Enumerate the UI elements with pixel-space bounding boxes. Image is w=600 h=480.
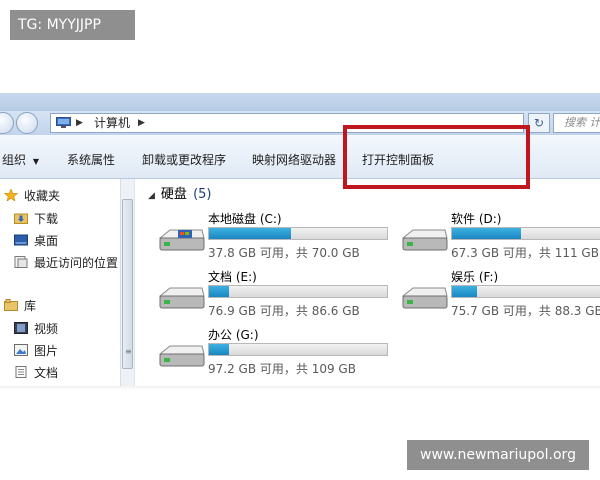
annotation-highlight-box [343, 125, 530, 189]
watermark-top: TG: MYYJJPP [10, 10, 135, 40]
recent-places-icon [14, 256, 28, 268]
drive-usage-bar [451, 285, 600, 298]
drive-usage-fill [209, 344, 229, 355]
drives-view: ◢ 硬盘 (5) 本地磁盘 (C:) 37.8 GB 可用，共 70.0 GB [136, 179, 600, 388]
title-bar [0, 93, 600, 111]
sidebar-label: 视频 [34, 322, 59, 336]
star-icon [4, 189, 18, 201]
drive-usage-bar [451, 227, 600, 240]
system-properties-button[interactable]: 系统属性 [67, 151, 115, 168]
drive-c[interactable]: 本地磁盘 (C:) 37.8 GB 可用，共 70.0 GB [158, 210, 408, 262]
drive-usage-bar [208, 227, 388, 240]
drive-usage-fill [209, 228, 291, 239]
forward-button[interactable] [16, 112, 38, 134]
desktop-icon [14, 234, 28, 246]
back-button[interactable] [0, 112, 14, 134]
drive-d[interactable]: 软件 (D:) 67.3 GB 可用，共 111 GB [401, 210, 600, 262]
drive-usage-bar [208, 285, 388, 298]
video-icon [14, 322, 28, 334]
drive-f[interactable]: 娱乐 (F:) 75.7 GB 可用，共 88.3 GB [401, 268, 600, 320]
drive-info: 97.2 GB 可用，共 109 GB [208, 362, 356, 376]
group-count: (5) [193, 187, 212, 202]
hard-drive-icon [401, 229, 448, 251]
computer-icon [56, 117, 71, 128]
sidebar-label: 最近访问的位置 [34, 256, 119, 270]
hard-drive-icon [158, 229, 205, 251]
drive-g[interactable]: 办公 (G:) 97.2 GB 可用，共 109 GB [158, 326, 408, 378]
drive-info: 37.8 GB 可用，共 70.0 GB [208, 246, 360, 260]
group-title: 硬盘 [160, 187, 187, 202]
sidebar-label: 库 [24, 299, 37, 313]
drive-name: 办公 (G:) [208, 328, 259, 342]
bottom-shadow [0, 386, 600, 390]
organize-label: 组织 [2, 153, 27, 167]
sidebar-label: 文档 [34, 366, 59, 380]
collapse-triangle-icon[interactable]: ◢ [148, 191, 155, 201]
sidebar-scrollbar[interactable]: ≡ [120, 179, 134, 388]
pictures-icon [14, 344, 28, 356]
hard-drive-icon [401, 287, 448, 309]
breadcrumb-arrow-icon[interactable]: ▶ [76, 114, 83, 132]
chevron-down-icon: ▼ [32, 157, 39, 166]
drive-e[interactable]: 文档 (E:) 76.9 GB 可用，共 86.6 GB [158, 268, 408, 320]
breadcrumb-computer[interactable]: 计算机 [94, 114, 130, 132]
sidebar-label: 桌面 [34, 234, 59, 248]
refresh-button[interactable]: ↻ [528, 113, 550, 133]
drive-info: 76.9 GB 可用，共 86.6 GB [208, 304, 360, 318]
drive-info: 75.7 GB 可用，共 88.3 GB [451, 304, 600, 318]
drive-name: 本地磁盘 (C:) [208, 212, 282, 226]
hard-drives-group-header[interactable]: ◢ 硬盘 (5) [148, 183, 212, 202]
breadcrumb-arrow-icon[interactable]: ▶ [138, 114, 145, 132]
drive-usage-fill [452, 228, 522, 239]
drive-usage-fill [209, 286, 229, 297]
downloads-folder-icon [14, 213, 28, 224]
scrollbar-thumb[interactable]: ≡ [122, 199, 133, 369]
sidebar-label: 下载 [34, 212, 59, 226]
organize-button[interactable]: 组织 ▼ [2, 151, 39, 168]
sidebar-label: 收藏夹 [24, 189, 61, 203]
drive-name: 软件 (D:) [451, 212, 502, 226]
refresh-icon: ↻ [533, 116, 545, 130]
map-network-drive-button[interactable]: 映射网络驱动器 [252, 151, 336, 168]
libraries-icon [4, 299, 18, 311]
uninstall-program-button[interactable]: 卸载或更改程序 [142, 151, 226, 168]
search-input[interactable]: 搜索 计 [553, 113, 600, 133]
watermark-bottom: www.newmariupol.org [407, 440, 589, 470]
drive-usage-fill [452, 286, 477, 297]
drive-name: 文档 (E:) [208, 270, 257, 284]
drive-usage-bar [208, 343, 388, 356]
hard-drive-icon [158, 345, 205, 367]
navigation-pane: 收藏夹 下载 桌面 最近访问的位置 库 视频 图片 文档 ≡ [0, 179, 135, 388]
sidebar-label: 图片 [34, 344, 59, 358]
drive-name: 娱乐 (F:) [451, 270, 499, 284]
drive-info: 67.3 GB 可用，共 111 GB [451, 246, 599, 260]
hard-drive-icon [158, 287, 205, 309]
documents-icon [15, 366, 27, 378]
grip-icon: ≡ [125, 347, 132, 356]
